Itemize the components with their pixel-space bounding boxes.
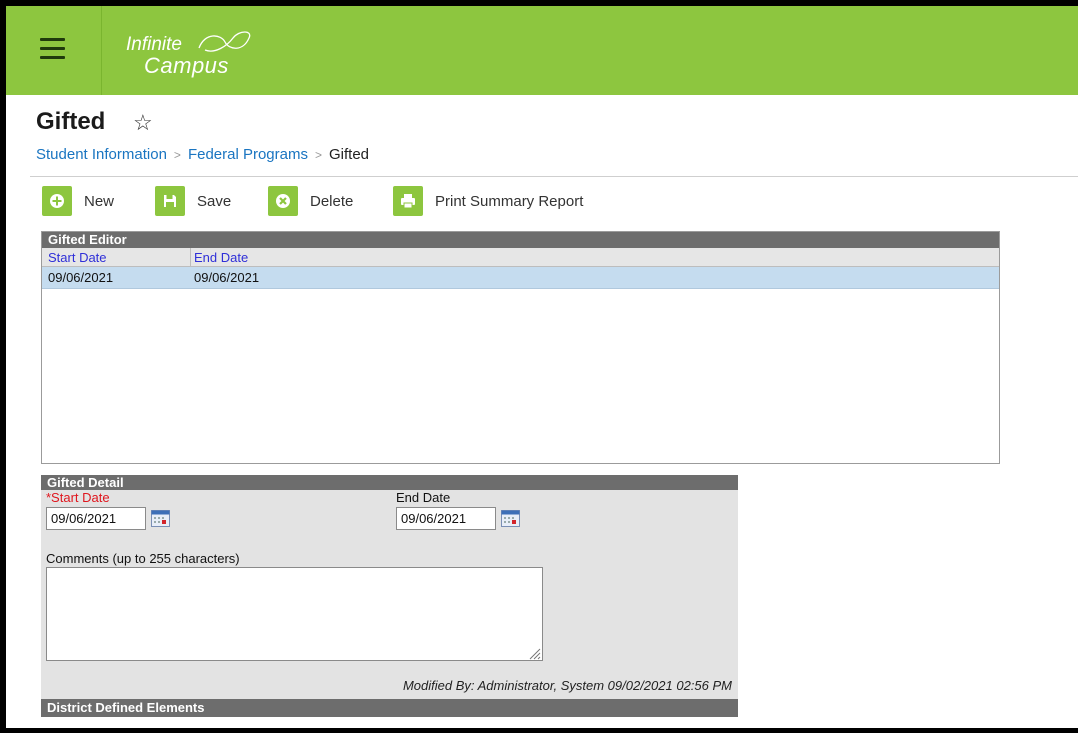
end-date-field[interactable]: 09/06/2021	[396, 507, 496, 530]
comments-textarea[interactable]	[46, 567, 543, 661]
column-header-start-date[interactable]: Start Date	[48, 249, 107, 266]
printer-icon	[393, 186, 423, 216]
save-button-label: Save	[197, 193, 232, 210]
breadcrumb-link-federal-programs[interactable]: Federal Programs	[188, 146, 308, 163]
menu-bar-line	[40, 56, 65, 59]
detail-panel-title: Gifted Detail	[41, 475, 738, 490]
menu-bar-line	[40, 47, 65, 50]
print-summary-report-button[interactable]: Print Summary Report	[393, 186, 618, 216]
plus-circle-icon	[42, 186, 72, 216]
breadcrumb: Student Information > Federal Programs > Gif…	[36, 146, 369, 163]
save-button[interactable]: Save	[155, 186, 245, 216]
start-date-field[interactable]: 09/06/2021	[46, 507, 146, 530]
gifted-editor-panel: Gifted Editor Start Date End Date 09/06/…	[41, 231, 1000, 464]
logo-text-campus: Campus	[144, 53, 229, 78]
x-circle-icon	[268, 186, 298, 216]
comments-label: Comments (up to 255 characters)	[46, 551, 240, 566]
infinity-swirl-icon	[198, 31, 251, 52]
floppy-disk-icon	[155, 186, 185, 216]
app-window: Infinite Campus Gifted ☆ Student Informa…	[6, 6, 1078, 728]
gifted-detail-panel: Gifted Detail *Start Date 09/06/2021 End…	[41, 475, 738, 717]
chevron-right-icon: >	[173, 148, 181, 162]
column-divider	[190, 248, 191, 267]
end-date-label: End Date	[396, 490, 451, 505]
calendar-icon[interactable]	[501, 510, 520, 527]
divider	[30, 176, 1078, 177]
resize-handle-icon[interactable]	[527, 646, 541, 660]
favorite-star-icon[interactable]: ☆	[133, 110, 153, 136]
calendar-icon[interactable]	[151, 510, 170, 527]
breadcrumb-link-student-information[interactable]: Student Information	[36, 146, 167, 163]
delete-button-label: Delete	[310, 193, 354, 210]
hamburger-menu-button[interactable]	[6, 6, 102, 95]
new-button[interactable]: New	[42, 186, 122, 216]
chevron-right-icon: >	[314, 148, 322, 162]
editor-panel-title: Gifted Editor	[42, 232, 999, 248]
menu-bar-line	[40, 38, 65, 41]
editor-grid-header: Start Date End Date	[42, 248, 999, 267]
page-title: Gifted	[36, 108, 106, 135]
row-start-date: 09/06/2021	[48, 270, 114, 285]
row-end-date: 09/06/2021	[194, 270, 260, 285]
column-header-end-date[interactable]: End Date	[194, 249, 248, 266]
delete-button[interactable]: Delete	[268, 186, 368, 216]
table-row[interactable]: 09/06/2021 09/06/2021	[42, 267, 999, 289]
district-defined-elements-header: District Defined Elements	[41, 699, 738, 717]
top-navigation-bar: Infinite Campus	[6, 6, 1078, 95]
infinite-campus-logo[interactable]: Infinite Campus	[123, 28, 273, 78]
breadcrumb-current: Gifted	[329, 146, 370, 163]
modified-by-text: Modified By: Administrator, System 09/02…	[402, 678, 732, 693]
print-button-label: Print Summary Report	[435, 193, 584, 210]
new-button-label: New	[84, 193, 115, 210]
start-date-label: *Start Date	[46, 490, 110, 505]
